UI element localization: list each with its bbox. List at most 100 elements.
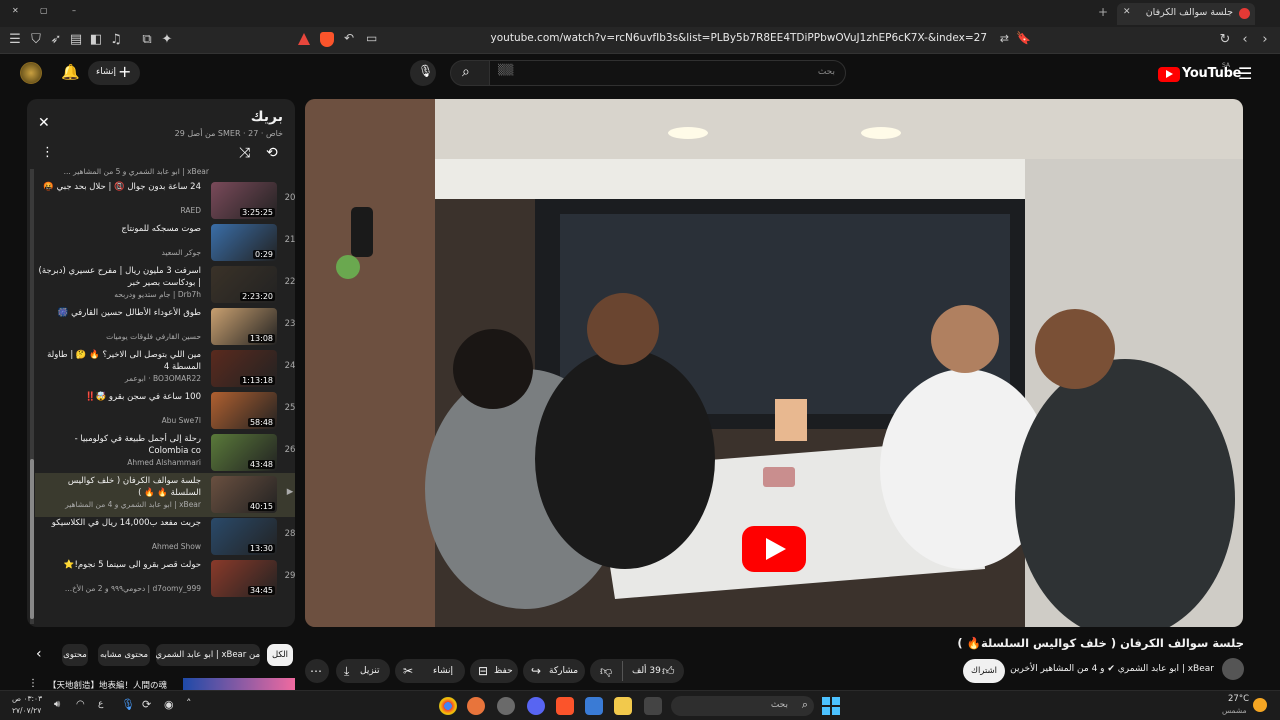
tab-close-icon[interactable]: ✕ <box>1123 7 1131 17</box>
playlist-item-thumbnail[interactable]: 58:48 <box>211 392 277 429</box>
playlist-item[interactable]: 29 34:45 حولت قصر بقرو الى سينما 5 نجوم!⭐ d… <box>35 557 295 601</box>
brave-icon[interactable] <box>556 697 574 715</box>
menu-icon[interactable]: ☰ <box>6 31 24 49</box>
new-tab-button[interactable]: + <box>1098 5 1108 19</box>
share-link-icon[interactable]: ⇄ <box>1000 32 1009 45</box>
playlist-item-thumbnail[interactable]: 13:08 <box>211 308 277 345</box>
playlist-item[interactable]: ▶ 40:15 جلسة سوالف الكرفان ( خلف كواليس ال… <box>35 473 295 517</box>
share-button[interactable]: ↪ مشاركة <box>523 659 585 683</box>
chip-from-channel[interactable]: من xBear | ابو عابد الشمري <box>156 644 260 666</box>
channel-avatar[interactable] <box>1222 658 1244 680</box>
shuffle-icon[interactable]: ⤨ <box>239 145 250 161</box>
screenshot-icon[interactable]: ⧉ <box>138 31 156 49</box>
taskbar-search[interactable]: بحث ⌕ <box>671 696 814 716</box>
like-count[interactable]: 39 ألف <box>632 659 661 683</box>
back-icon[interactable]: ‹ <box>1236 31 1254 49</box>
play-button[interactable] <box>742 526 806 572</box>
cast-icon[interactable]: ▭ <box>366 31 377 45</box>
undo-icon[interactable]: ↶ <box>344 31 354 45</box>
wifi-icon[interactable]: ◠ <box>76 699 85 710</box>
clock-time[interactable]: ٠٣:٠٣ ص <box>12 694 42 703</box>
bookmark-icon[interactable]: 🔖 <box>1016 31 1031 45</box>
rocket-icon[interactable]: ➶ <box>47 31 65 49</box>
clip-button[interactable]: ✂ إنشاء مقطع <box>395 659 465 700</box>
playlist-item-thumbnail[interactable]: 13:30 <box>211 518 277 555</box>
tray-overflow-icon[interactable]: ˄ <box>186 697 192 710</box>
playlist-item[interactable]: 25 58:48 100 ساعة في سجن بقرو 🤯‼️ Abu Swe7l <box>35 389 295 433</box>
avatar[interactable] <box>20 62 42 84</box>
volume-icon[interactable]: 🔊︎ <box>54 699 60 710</box>
playlist-item-thumbnail[interactable]: 1:13:18 <box>211 350 277 387</box>
download-button[interactable]: ⤓ تنزيل <box>336 659 390 683</box>
chips-scroll-left-icon[interactable]: ‹ <box>36 646 42 662</box>
playlist-item[interactable]: 28 13:30 جربت مفعد ب14,000 ريال في الكلاسي… <box>35 515 295 559</box>
chip-related[interactable]: محتوى مشابه <box>98 644 150 666</box>
task-view-icon[interactable] <box>644 697 662 715</box>
sidebar-icon[interactable]: ◧ <box>87 31 105 49</box>
url-text[interactable]: youtube.com/watch?v=rcN6uvfIb3s&list=PLB… <box>491 32 987 44</box>
playlist-item-thumbnail[interactable]: 0:29 <box>211 224 277 261</box>
brave-shield-icon[interactable] <box>320 32 334 47</box>
dislike-icon[interactable]: 👎︎ <box>600 659 612 683</box>
playlist-title[interactable]: بريك <box>251 109 283 125</box>
playlist-item-thumbnail[interactable]: 43:48 <box>211 434 277 471</box>
youtube-logo[interactable]: YouTube SA <box>1158 62 1241 85</box>
window-minimize-button[interactable]: – <box>72 6 76 15</box>
playlist-item-thumbnail[interactable]: 40:15 <box>211 476 277 513</box>
channel-name[interactable]: xBear | ابو عابد الشمري ✔ و 4 من المشاهي… <box>1010 664 1214 674</box>
playlist-item-thumbnail[interactable]: 34:45 <box>211 560 277 597</box>
extensions-icon[interactable]: ✦ <box>158 31 176 49</box>
window-maximize-button[interactable]: ▢ <box>40 6 48 15</box>
scrollbar-thumb[interactable] <box>30 459 34 619</box>
weather-temp[interactable]: 27°C <box>1228 694 1249 704</box>
address-bar[interactable]: ↶ ▭ youtube.com/watch?v=rcN6uvfIb3s&list… <box>290 30 1045 51</box>
chip-content[interactable]: محتوى <box>62 644 88 666</box>
window-close-button[interactable]: ✕ <box>12 6 19 15</box>
playlist-item[interactable]: 24 1:13:18 مين اللي بتوصل الى الاخير؟ 🔥 🤔 … <box>35 347 295 391</box>
more-options-icon[interactable]: ⋮ <box>28 678 38 689</box>
playlist-item-thumbnail[interactable]: 3:25:25 <box>211 182 277 219</box>
shield-icon[interactable]: ⛉ <box>27 31 45 49</box>
voice-search-button[interactable]: 🎙 <box>410 60 436 86</box>
playlist-scrollbar[interactable] <box>30 169 34 624</box>
sync-tray-icon[interactable]: ⟳ <box>142 698 151 711</box>
loop-icon[interactable]: ⟲ <box>266 145 278 161</box>
firefox-icon[interactable] <box>467 697 485 715</box>
record-tray-icon[interactable]: ◉ <box>164 698 174 711</box>
like-icon[interactable]: 👍︎ <box>662 659 675 683</box>
playlist-item[interactable]: 21 0:29 صوت مسجكه للمونتاج جوكر السعيد <box>35 221 295 265</box>
weather-sun-icon[interactable] <box>1253 698 1267 712</box>
search-input[interactable]: بحث ▒▒ <box>489 60 846 86</box>
video-player[interactable] <box>305 99 1243 627</box>
playlist-item[interactable]: 22 2:23:20 اسرفت 3 مليون ريال | مفرح عسيري… <box>35 263 295 307</box>
reload-icon[interactable]: ↻ <box>1216 31 1234 49</box>
discord-icon[interactable] <box>527 697 545 715</box>
mic-tray-icon[interactable]: 🎙︎ <box>121 698 135 711</box>
tabs-icon[interactable]: ▤ <box>67 31 85 49</box>
playlist-item[interactable]: 23 13:08 طوق الأعوداء الأطالل حسين القارفي… <box>35 305 295 349</box>
brave-rewards-icon[interactable] <box>298 33 310 45</box>
close-playlist-icon[interactable]: ✕ <box>38 115 50 131</box>
store-icon[interactable] <box>585 697 603 715</box>
input-language[interactable]: ع <box>98 699 103 709</box>
playlist-item[interactable]: 20 3:25:25 24 ساعة بدون جوال 📵 | حلال بحد … <box>35 179 295 223</box>
create-button[interactable]: + إنشاء <box>88 61 140 85</box>
steam-icon[interactable] <box>497 697 515 715</box>
playlist-item-thumbnail[interactable]: 2:23:20 <box>211 266 277 303</box>
clock-date[interactable]: ٢٧/٠٧/٢٧ <box>12 706 41 715</box>
subscribe-button[interactable]: اشتراك <box>963 659 1005 683</box>
forward-icon[interactable]: › <box>1256 31 1274 49</box>
more-options-icon[interactable]: ⋮ <box>41 145 54 160</box>
browser-tab-active[interactable]: ✕ جلسة سوالف الكرفان ( خلف كوا <box>1117 3 1255 25</box>
save-button[interactable]: ⊟ حفظ <box>470 659 518 683</box>
next-video-thumbnail[interactable] <box>183 678 295 690</box>
notifications-bell-icon[interactable]: 🔔 <box>61 63 80 81</box>
more-actions-button[interactable]: ⋯ <box>305 659 329 683</box>
file-explorer-icon[interactable] <box>614 697 632 715</box>
chip-all[interactable]: الكل <box>267 644 293 666</box>
music-icon[interactable]: ♫ <box>107 31 125 49</box>
windows-start-icon[interactable] <box>822 697 840 715</box>
search-keyboard-icon[interactable]: ▒▒ <box>498 65 513 76</box>
playlist-item-partial[interactable]: xBear | ابو عابد الشمري و 5 من المشاهير … <box>64 167 209 176</box>
search-button[interactable]: ⌕ <box>450 60 490 86</box>
